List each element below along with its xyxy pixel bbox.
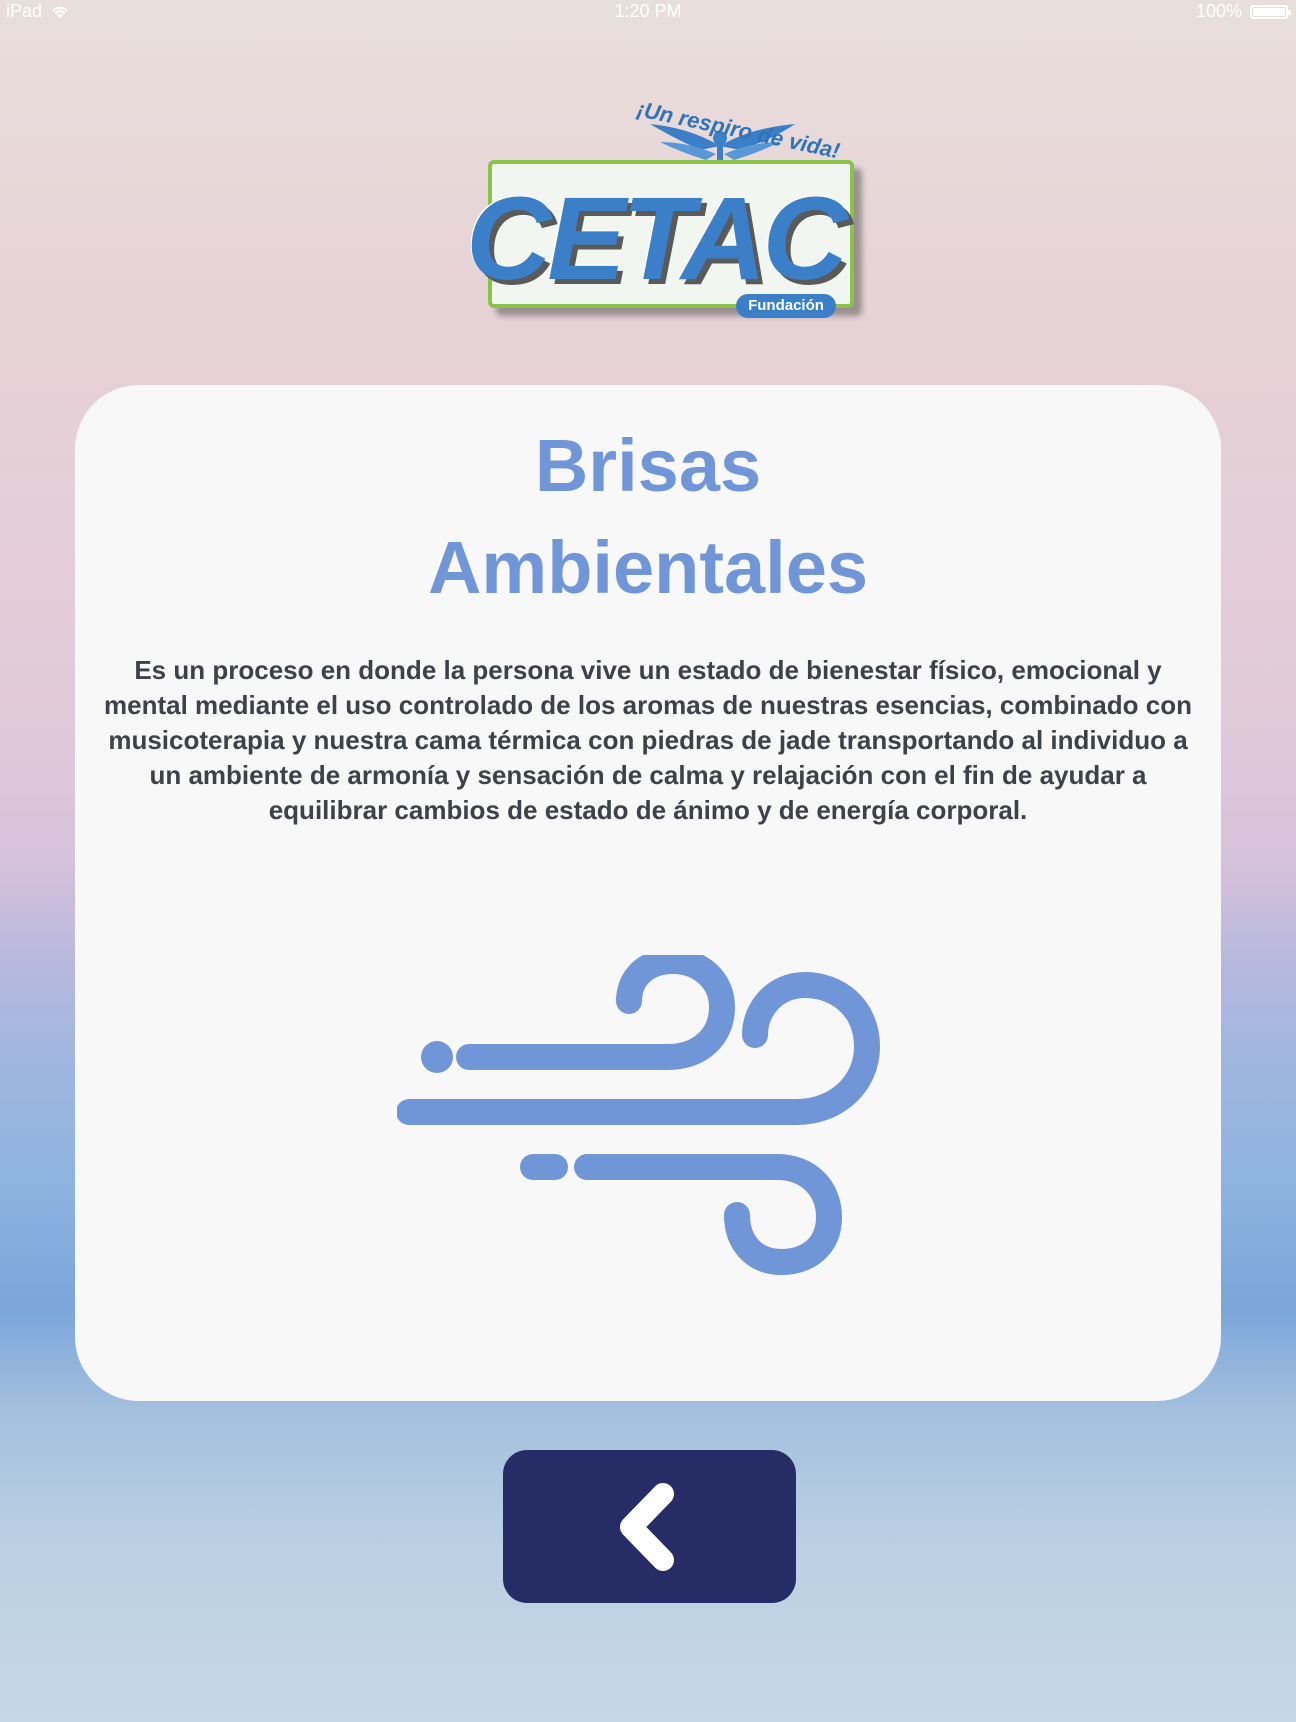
card-title-line2: Ambientales [427,526,869,609]
status-time: 1:20 PM [614,1,682,21]
status-bar: iPad 1:20 PM 100% [0,0,1296,26]
content-card: Brisas Ambientales Es un proceso en dond… [75,385,1221,1401]
battery-percent: 100% [1195,1,1242,21]
battery-icon [1250,4,1291,19]
logo-subtitle: Fundación [736,294,836,318]
chevron-left-icon [620,1483,674,1571]
logo-name: CETAC [466,173,848,305]
card-description: Es un proceso en donde la persona vive u… [104,655,1192,825]
card-title: Brisas Ambientales [75,415,1221,619]
status-right: 100% [1195,1,1291,22]
wind-icon [397,955,881,1275]
back-button[interactable] [503,1450,796,1603]
card-title-line1: Brisas [534,424,762,507]
